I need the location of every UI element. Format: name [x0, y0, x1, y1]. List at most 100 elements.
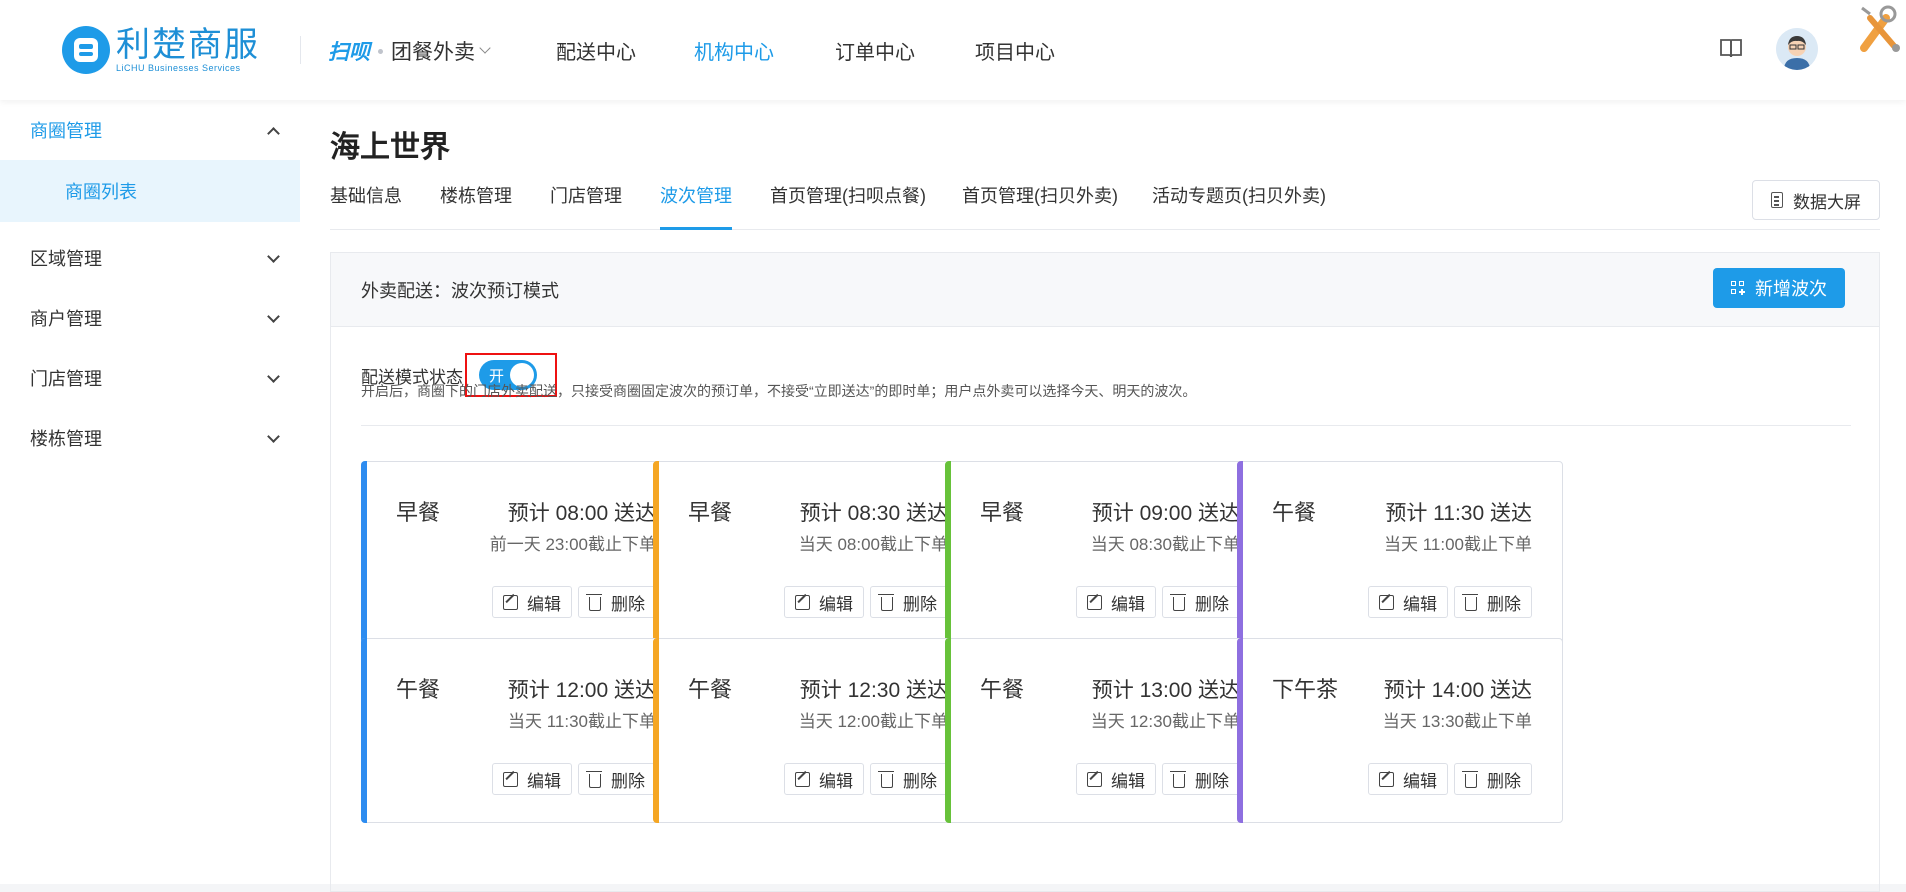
trash-icon [1170, 770, 1186, 788]
wave-actions: 编辑 删除 [492, 586, 656, 618]
delete-button[interactable]: 删除 [1162, 586, 1240, 618]
sidebar: 商圈管理 商圈列表 区域管理 商户管理 门店管理 楼栋管理 [0, 100, 300, 884]
wave-card: 早餐 预计 08:30 送达 当天 08:00截止下单 编辑 删除 [653, 461, 979, 646]
edit-icon [1379, 594, 1394, 610]
chevron-down-icon [267, 430, 280, 443]
edit-icon [503, 594, 518, 610]
tab-basic-info[interactable]: 基础信息 [330, 182, 402, 230]
edit-label: 编辑 [1403, 771, 1437, 791]
divider [361, 425, 1851, 426]
avatar-icon [1776, 28, 1818, 70]
delete-button[interactable]: 删除 [1454, 763, 1532, 795]
logo-subtitle: LiCHU Businesses Services [116, 63, 241, 73]
wave-card: 午餐 预计 11:30 送达 当天 11:00截止下单 编辑 删除 [1237, 461, 1563, 646]
wave-meal: 早餐 [980, 500, 1025, 525]
page-title: 海上世界 [330, 131, 450, 164]
product-brand: 扫呗 [328, 41, 370, 64]
wave-actions: 编辑 删除 [1368, 586, 1532, 618]
edit-button[interactable]: 编辑 [784, 586, 864, 618]
delete-label: 删除 [903, 594, 937, 614]
wave-actions: 编辑 删除 [1368, 763, 1532, 795]
trash-icon [586, 770, 602, 788]
delete-label: 删除 [1195, 594, 1229, 614]
data-screen-button[interactable]: 数据大屏 [1752, 180, 1880, 220]
edit-button[interactable]: 编辑 [492, 763, 572, 795]
trash-icon [878, 770, 894, 788]
wave-panel: 外卖配送：波次预订模式 新增波次 配送模式状态 开 开启后，商圈下的门店外卖配送… [330, 252, 1880, 892]
panel-header: 外卖配送：波次预订模式 新增波次 [331, 253, 1879, 327]
edit-button[interactable]: 编辑 [1368, 763, 1448, 795]
sidebar-group-merchant[interactable]: 商户管理 [0, 288, 300, 348]
sidebar-group-label: 区域管理 [30, 249, 102, 269]
wave-card: 早餐 预计 08:00 送达 前一天 23:00截止下单 编辑 删除 [361, 461, 687, 646]
tab-store[interactable]: 门店管理 [550, 182, 622, 230]
delete-button[interactable]: 删除 [578, 763, 656, 795]
nav-order-center[interactable]: 订单中心 [835, 36, 915, 65]
dot-separator [378, 48, 383, 54]
sidebar-group-business-circle[interactable]: 商圈管理 [0, 100, 300, 160]
tab-bar: 基础信息 楼栋管理 门店管理 波次管理 首页管理(扫呗点餐) 首页管理(扫贝外卖… [330, 182, 1880, 230]
wave-cutoff: 当天 11:30截止下单 [507, 712, 656, 731]
panel-title: 外卖配送：波次预订模式 [361, 281, 559, 301]
delete-label: 删除 [611, 594, 645, 614]
wave-card: 下午茶 预计 14:00 送达 当天 13:30截止下单 编辑 删除 [1237, 638, 1563, 823]
wave-color-bar [653, 461, 659, 646]
product-switcher[interactable]: 扫呗 团餐外卖 [328, 36, 491, 66]
sidebar-group-region[interactable]: 区域管理 [0, 228, 300, 288]
wave-actions: 编辑 删除 [784, 763, 948, 795]
add-wave-button[interactable]: 新增波次 [1713, 268, 1845, 308]
data-screen-label: 数据大屏 [1793, 192, 1861, 212]
wave-card: 午餐 预计 13:00 送达 当天 12:30截止下单 编辑 删除 [945, 638, 1271, 823]
user-avatar[interactable] [1776, 28, 1818, 70]
delete-button[interactable]: 删除 [870, 763, 948, 795]
brand-logo[interactable]: 利楚商服 LiCHU Businesses Services [62, 26, 260, 74]
tab-campaign-page[interactable]: 活动专题页(扫贝外卖) [1152, 182, 1326, 230]
nav-project-center[interactable]: 项目中心 [975, 36, 1055, 65]
trash-icon [1462, 770, 1478, 788]
wave-meal: 午餐 [396, 677, 441, 702]
add-icon [1731, 281, 1745, 295]
wave-estimate: 预计 13:00 送达 [1091, 679, 1240, 702]
wave-cutoff: 当天 11:00截止下单 [1383, 535, 1532, 554]
sidebar-group-building[interactable]: 楼栋管理 [0, 408, 300, 468]
delete-label: 删除 [1487, 594, 1521, 614]
book-icon[interactable] [1720, 38, 1742, 58]
nav-org-center[interactable]: 机构中心 [694, 36, 774, 65]
wave-meal: 下午茶 [1272, 677, 1339, 702]
edit-button[interactable]: 编辑 [492, 586, 572, 618]
edit-label: 编辑 [527, 594, 561, 614]
tools-icon[interactable] [1848, 0, 1906, 62]
edit-button[interactable]: 编辑 [1076, 763, 1156, 795]
delete-button[interactable]: 删除 [1454, 586, 1532, 618]
wave-meal: 早餐 [396, 500, 441, 525]
tab-building[interactable]: 楼栋管理 [440, 182, 512, 230]
edit-button[interactable]: 编辑 [1368, 586, 1448, 618]
edit-icon [795, 771, 810, 787]
delete-button[interactable]: 删除 [870, 586, 948, 618]
delete-label: 删除 [611, 771, 645, 791]
delete-label: 删除 [903, 771, 937, 791]
wave-color-bar [1237, 461, 1243, 646]
tab-home-scan-order[interactable]: 首页管理(扫呗点餐) [770, 182, 926, 230]
edit-icon [1087, 594, 1102, 610]
edit-button[interactable]: 编辑 [1076, 586, 1156, 618]
delete-label: 删除 [1487, 771, 1521, 791]
delete-button[interactable]: 删除 [578, 586, 656, 618]
tab-home-takeaway[interactable]: 首页管理(扫贝外卖) [962, 182, 1118, 230]
delete-label: 删除 [1195, 771, 1229, 791]
sidebar-group-store[interactable]: 门店管理 [0, 348, 300, 408]
wave-estimate: 预计 08:30 送达 [799, 502, 948, 525]
tab-wave[interactable]: 波次管理 [660, 182, 732, 230]
sidebar-item-business-circle-list[interactable]: 商圈列表 [0, 160, 300, 222]
nav-delivery-center[interactable]: 配送中心 [556, 36, 636, 65]
delete-button[interactable]: 删除 [1162, 763, 1240, 795]
wave-estimate: 预计 14:00 送达 [1383, 679, 1532, 702]
add-wave-label: 新增波次 [1755, 279, 1827, 299]
chevron-down-icon [267, 370, 280, 383]
edit-button[interactable]: 编辑 [784, 763, 864, 795]
wave-actions: 编辑 删除 [1076, 586, 1240, 618]
wave-estimate: 预计 08:00 送达 [507, 502, 656, 525]
chevron-down-icon [479, 42, 491, 54]
main-content: 海上世界 基础信息 楼栋管理 门店管理 波次管理 首页管理(扫呗点餐) 首页管理… [300, 100, 1906, 892]
wave-actions: 编辑 删除 [1076, 763, 1240, 795]
